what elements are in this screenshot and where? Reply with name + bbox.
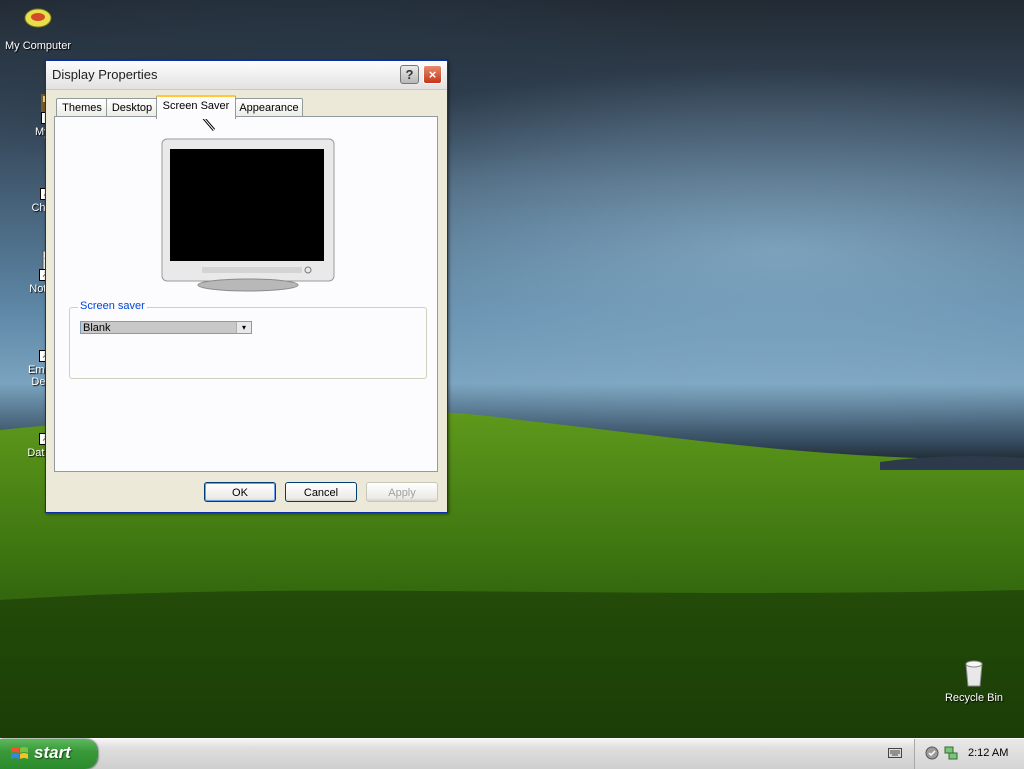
ok-button[interactable]: OK — [204, 482, 276, 502]
cancel-button[interactable]: Cancel — [285, 482, 357, 502]
clock[interactable]: 2:12 AM — [968, 747, 1008, 759]
chevron-down-icon[interactable]: ▾ — [236, 322, 251, 333]
tab-screen-saver[interactable]: Screen Saver — [156, 95, 236, 119]
screen-saver-group-label: Screen saver — [78, 300, 147, 312]
network-icon[interactable] — [943, 745, 959, 761]
security-shield-icon[interactable] — [925, 746, 939, 760]
window-title: Display Properties — [52, 67, 158, 82]
recycle-bin-icon — [958, 658, 990, 690]
close-button[interactable]: × — [423, 65, 442, 84]
desktop-icon-label: Recycle Bin — [944, 692, 1004, 704]
tab-themes[interactable]: Themes — [56, 98, 108, 117]
computer-icon — [22, 6, 54, 38]
tab-desktop[interactable]: Desktop — [106, 98, 158, 117]
desktop-icon-my-computer[interactable]: My Computer — [0, 6, 78, 52]
keyboard-icon[interactable] — [888, 747, 902, 759]
apply-button[interactable]: Apply — [366, 482, 438, 502]
screen-saver-group: Screen saver Blank ▾ — [69, 300, 427, 379]
start-button[interactable]: start — [0, 739, 97, 769]
taskbar: start 2:12 AM — [0, 738, 1024, 769]
desktop-icon-recycle-bin[interactable]: Recycle Bin — [934, 658, 1014, 704]
windows-logo-icon — [11, 747, 28, 759]
desktop-icon-label: My Computer — [4, 40, 72, 52]
tab-appearance[interactable]: Appearance — [235, 98, 303, 117]
display-properties-window: Display Properties ? × Themes Desktop Sc… — [45, 60, 448, 513]
help-button[interactable]: ? — [400, 65, 419, 84]
screen-saver-panel: Screen saver Blank ▾ — [54, 116, 438, 472]
screen-saver-dropdown[interactable]: Blank ▾ — [80, 321, 252, 334]
screen-saver-selected-value: Blank — [83, 322, 111, 334]
monitor-preview-icon — [161, 138, 335, 292]
title-bar[interactable]: Display Properties ? × — [46, 61, 447, 90]
start-label: start — [34, 743, 71, 762]
